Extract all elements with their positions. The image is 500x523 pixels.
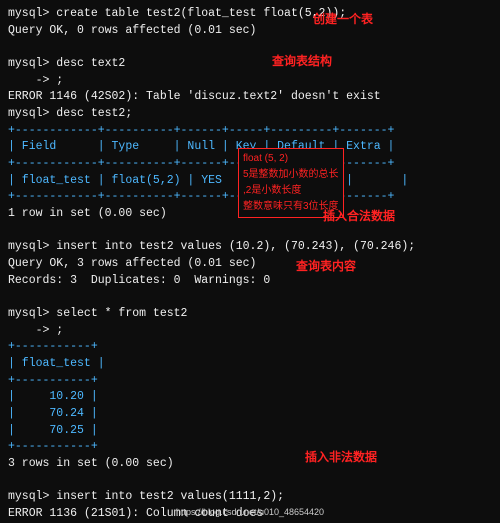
terminal-line: | float_test |	[8, 356, 492, 373]
terminal-line: | Field | Type | Null | Key | Default | …	[8, 139, 492, 156]
terminal-line	[8, 473, 492, 490]
terminal-line: +------------+----------+------+-----+--…	[8, 156, 492, 173]
terminal-line: -> ;	[8, 323, 492, 340]
terminal-line	[8, 39, 492, 56]
terminal-line: Query OK, 0 rows affected (0.01 sec)	[8, 23, 492, 40]
terminal-line: 1 row in set (0.00 sec)	[8, 206, 492, 223]
terminal-line	[8, 289, 492, 306]
terminal-line: mysql> insert into test2 values(1111,2);	[8, 489, 492, 506]
watermark: https://blog.csdn.net/u010_48654420	[176, 507, 324, 517]
terminal-line: | 70.25 |	[8, 423, 492, 440]
terminal-line: mysql> select * from test2	[8, 306, 492, 323]
terminal-line: Query OK, 3 rows affected (0.01 sec)	[8, 256, 492, 273]
terminal-line: | 70.24 |	[8, 406, 492, 423]
terminal-line: 3 rows in set (0.00 sec)	[8, 456, 492, 473]
terminal-line: ERROR 1146 (42S02): Table 'discuz.text2'…	[8, 89, 492, 106]
terminal-line: +------------+----------+------+-----+--…	[8, 123, 492, 140]
terminal-window: mysql> create table test2(float_test flo…	[0, 0, 500, 523]
terminal-line: -> ;	[8, 73, 492, 90]
terminal-line: +-----------+	[8, 339, 492, 356]
terminal-line	[8, 223, 492, 240]
terminal-line: +-----------+	[8, 373, 492, 390]
terminal-line: mysql> insert into test2 values (10.2), …	[8, 239, 492, 256]
terminal-line: +------------+----------+------+-----+--…	[8, 189, 492, 206]
terminal-line: +-----------+	[8, 439, 492, 456]
terminal-line: Records: 3 Duplicates: 0 Warnings: 0	[8, 273, 492, 290]
terminal-line: mysql> desc text2	[8, 56, 492, 73]
terminal-line: | float_test | float(5,2) | YES | | NULL…	[8, 173, 492, 190]
terminal-line: mysql> create table test2(float_test flo…	[8, 6, 492, 23]
terminal-line: | 10.20 |	[8, 389, 492, 406]
terminal-line: mysql> desc test2;	[8, 106, 492, 123]
